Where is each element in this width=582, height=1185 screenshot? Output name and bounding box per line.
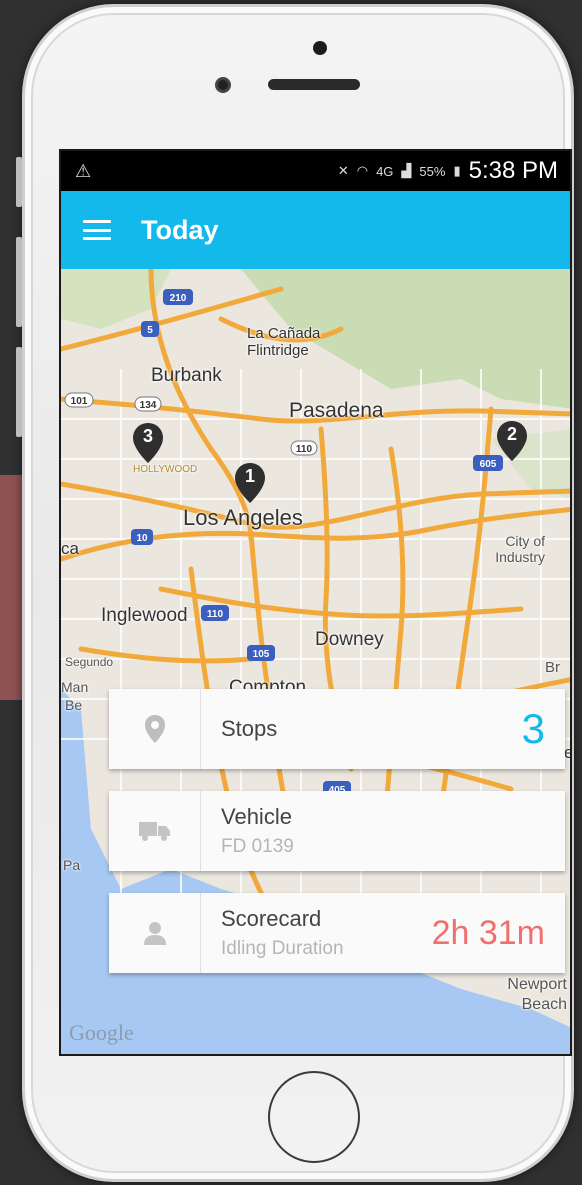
svg-text:10: 10 <box>136 533 148 544</box>
map-label-pasadena: Pasadena <box>289 399 384 422</box>
signal-icon: ▟ <box>401 163 412 178</box>
stops-title: Stops <box>221 716 278 741</box>
scorecard-title: Scorecard <box>221 906 322 931</box>
map-label-burbank: Burbank <box>151 365 222 386</box>
svg-text:134: 134 <box>140 400 157 411</box>
status-bar: ⚠ ✕ ◠ 4G ▟ 55% ▮ 5:38 PM <box>61 151 570 191</box>
earpiece-speaker <box>268 79 360 90</box>
vehicle-card[interactable]: Vehicle FD 0139 <box>109 791 565 871</box>
scorecard-metric: Idling Duration <box>221 938 344 959</box>
map-label-pa: Pa <box>63 857 81 873</box>
vehicle-id: FD 0139 <box>221 836 294 857</box>
svg-text:105: 105 <box>253 649 270 660</box>
svg-text:5: 5 <box>147 325 153 336</box>
vehicle-title: Vehicle <box>221 804 292 829</box>
truck-icon <box>109 791 201 871</box>
location-pin-icon <box>109 689 201 769</box>
map-pin-3[interactable]: 3 <box>131 421 165 465</box>
phone-frame: ⚠ ✕ ◠ 4G ▟ 55% ▮ 5:38 PM Today 210 5 101… <box>16 4 574 1182</box>
mute-vibrate-icon: ✕ <box>337 163 349 178</box>
map-label-city-of-industry: City of Industry <box>495 533 545 565</box>
proximity-sensor <box>313 41 327 55</box>
map-label-br: Br <box>545 659 560 676</box>
map-label-downey: Downey <box>315 629 384 650</box>
map-label-la-canada: La Cañada Flintridge <box>247 325 321 359</box>
stops-count: 3 <box>521 705 545 752</box>
clock: 5:38 PM <box>468 157 558 184</box>
map-pin-2[interactable]: 2 <box>495 419 529 463</box>
map-label-man: Man <box>61 679 89 695</box>
idling-duration-value: 2h 31m <box>431 913 545 952</box>
volume-up-button <box>16 237 22 327</box>
mute-switch <box>16 157 22 207</box>
map-label-ca: ca <box>61 539 79 558</box>
page-title: Today <box>141 214 219 245</box>
map-label-segundo: Segundo <box>65 655 114 669</box>
warning-icon: ⚠ <box>75 160 92 181</box>
shield-210: 210 <box>170 293 187 304</box>
phone-screen: ⚠ ✕ ◠ 4G ▟ 55% ▮ 5:38 PM Today 210 5 101… <box>59 149 572 1056</box>
wifi-icon: ◠ <box>356 163 369 178</box>
menu-icon[interactable] <box>83 220 111 240</box>
battery-icon: ▮ <box>453 163 461 178</box>
svg-text:110: 110 <box>207 609 224 620</box>
map-label-newport-beach: Newport Beach <box>507 976 567 1013</box>
svg-text:110: 110 <box>296 444 313 455</box>
map-label-be: Be <box>65 697 83 713</box>
google-attribution: Google <box>69 1020 134 1045</box>
home-button[interactable] <box>268 1071 360 1163</box>
map-pin-1[interactable]: 1 <box>233 461 267 505</box>
svg-text:101: 101 <box>71 396 88 407</box>
battery-percent: 55% <box>419 163 446 179</box>
map-label-los-angeles: Los Angeles <box>183 505 303 530</box>
scorecard-card[interactable]: Scorecard Idling Duration 2h 31m <box>109 893 565 973</box>
front-camera <box>215 77 231 93</box>
app-bar: Today <box>61 191 570 269</box>
map-label-inglewood: Inglewood <box>101 605 188 626</box>
volume-down-button <box>16 347 22 437</box>
stops-card[interactable]: Stops 3 <box>109 689 565 769</box>
map-label-hollywood: HOLLYWOOD <box>133 464 198 475</box>
person-icon <box>109 893 201 973</box>
network-type: 4G <box>376 163 394 179</box>
